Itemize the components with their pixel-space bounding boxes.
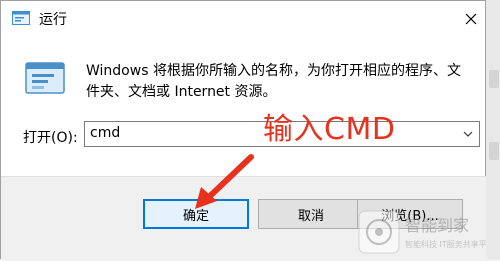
dialog-description: Windows 将根据你所输入的名称，为你打开相应的程序、文件夹、文档或 Int… (86, 63, 461, 100)
background-strip (486, 0, 500, 259)
run-icon (12, 11, 30, 25)
open-label: 打开(O): (23, 130, 78, 146)
background-mark (489, 70, 499, 88)
background-mark (489, 142, 499, 160)
red-arrow-icon (195, 154, 254, 209)
watermark-subtitle: 智能科技 IT服务共享平台 (405, 239, 487, 249)
chevron-down-icon[interactable] (463, 129, 473, 139)
command-value[interactable]: cmd (90, 125, 120, 141)
cancel-button[interactable]: 取消 (258, 199, 364, 229)
window-title: 运行 (39, 12, 67, 28)
run-dialog: 运行 Windows 将根据你所输入的名称，为你打开相应的程序、文件夹、文档或 … (0, 0, 487, 261)
watermark-title: 智能到家 (405, 216, 469, 235)
close-icon[interactable] (459, 7, 483, 31)
watermark-logo: 智能到家 智能科技 IT服务共享平台 (358, 210, 487, 254)
annotation-text: 输入CMD (263, 112, 396, 147)
run-icon-large (25, 62, 65, 94)
title-bar: 运行 (1, 1, 485, 37)
